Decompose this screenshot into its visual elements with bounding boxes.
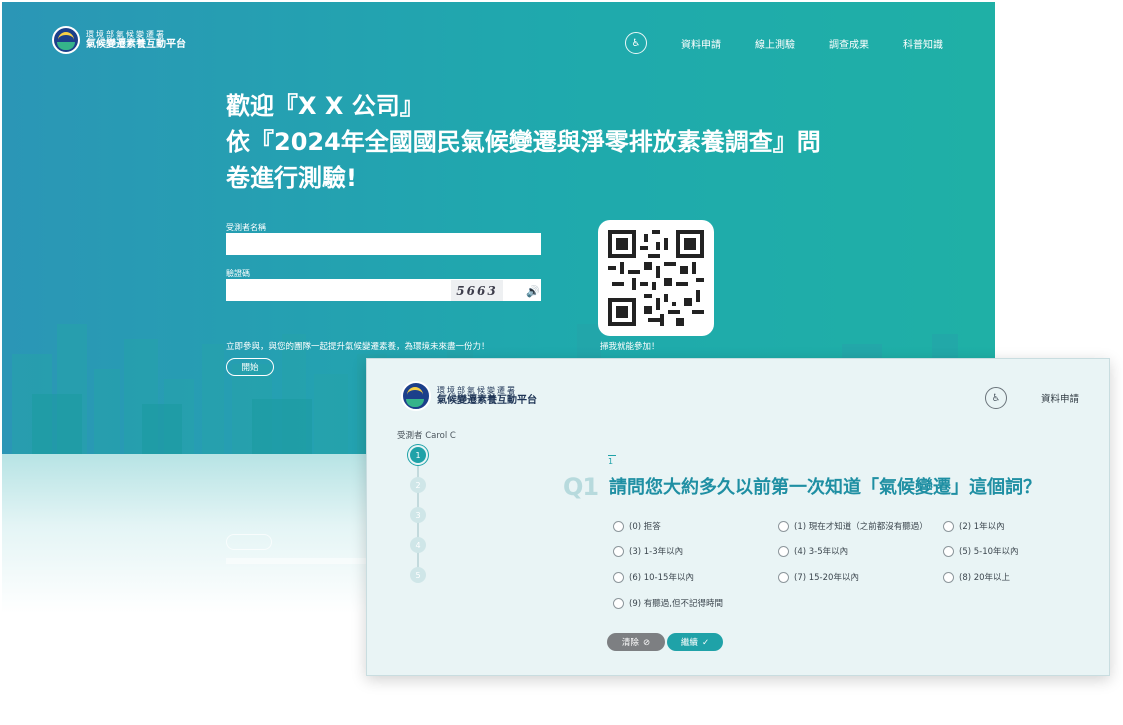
- logo-agency-name: 環境部氣候變遷署: [86, 29, 166, 39]
- radio-button[interactable]: [613, 520, 624, 532]
- welcome-heading-line3: 卷進行測驗!: [226, 164, 357, 192]
- quiz-nav: ♿ 資料申請: [984, 387, 1079, 409]
- qr-code-card[interactable]: [598, 220, 714, 336]
- step-3[interactable]: 3: [410, 507, 426, 523]
- clear-button[interactable]: 清除 ⊘: [607, 633, 665, 651]
- step-4[interactable]: 4: [410, 537, 426, 553]
- tester-name-input[interactable]: [226, 233, 541, 255]
- option-label: (9) 有聽過,但不記得時間: [629, 599, 723, 609]
- qr-code-icon: [608, 230, 704, 326]
- accessibility-icon[interactable]: ♿: [625, 32, 647, 54]
- nav-item-data-request[interactable]: 資料申請: [681, 36, 721, 51]
- logo-platform-name: 氣候變遷素養互動平台: [437, 394, 537, 406]
- welcome-heading: 歡迎『X X 公司』 依『2024年全國國民氣候變遷與淨零排放素養調查』問 卷進…: [226, 88, 946, 196]
- option-label: (8) 20年以上: [959, 573, 1011, 583]
- radio-button[interactable]: [943, 545, 954, 557]
- landing-nav: ♿ 資料申請 線上測驗 調查成果 科普知識: [625, 32, 943, 54]
- check-icon: ✓: [701, 636, 710, 647]
- welcome-heading-line1: 歡迎『X X 公司』: [226, 92, 424, 120]
- captcha-image: 5663: [451, 280, 503, 301]
- agency-logo-icon: [401, 381, 431, 411]
- option-3[interactable]: (3) 1-3年以內: [613, 545, 683, 557]
- nav-item-online-test[interactable]: 線上測驗: [755, 36, 795, 51]
- quiz-page-window: 環境部氣候變遷署 氣候變遷素養互動平台 ♿ 資料申請 受測者 Carol C 1…: [366, 358, 1110, 676]
- option-0[interactable]: (0) 拒答: [613, 520, 661, 532]
- speaker-icon[interactable]: 🔊: [526, 285, 540, 298]
- radio-button[interactable]: [778, 520, 789, 532]
- radio-button[interactable]: [943, 520, 954, 532]
- option-2[interactable]: (2) 1年以內: [943, 520, 1005, 532]
- welcome-heading-line2: 依『2024年全國國民氣候變遷與淨零排放素養調查』問: [226, 128, 821, 156]
- option-label: (2) 1年以內: [959, 522, 1005, 532]
- tester-name: 受測者 Carol C: [397, 431, 456, 441]
- option-label: (5) 5-10年以內: [959, 547, 1019, 557]
- refresh-icon[interactable]: ↻: [508, 285, 517, 298]
- option-8[interactable]: (8) 20年以上: [943, 571, 1010, 583]
- step-2[interactable]: 2: [410, 477, 426, 493]
- agency-logo-icon: [52, 26, 80, 54]
- landing-logo[interactable]: 環境部氣候變遷署 氣候變遷素養互動平台: [52, 26, 186, 54]
- radio-button[interactable]: [613, 571, 624, 583]
- step-5[interactable]: 5: [410, 567, 426, 583]
- option-1[interactable]: (1) 現在才知道（之前都沒有聽過）: [778, 520, 928, 532]
- question-progress-steps: 1 2 3 4 5: [410, 447, 426, 583]
- question-text: 請問您大約多久以前第一次知道「氣候變遷」這個詞？: [609, 477, 1041, 498]
- continue-button[interactable]: 繼續 ✓: [667, 633, 723, 651]
- nav-item-data-request[interactable]: 資料申請: [1041, 391, 1079, 405]
- nav-item-survey-results[interactable]: 調查成果: [829, 36, 869, 51]
- radio-button[interactable]: [613, 597, 624, 609]
- option-9[interactable]: (9) 有聽過,但不記得時間: [613, 597, 723, 609]
- option-label: (4) 3-5年以內: [794, 547, 849, 557]
- tester-name-label: 受測者名稱: [226, 223, 266, 232]
- accessibility-icon[interactable]: ♿: [984, 387, 1007, 409]
- radio-button[interactable]: [778, 545, 789, 557]
- option-label: (7) 15-20年以內: [794, 573, 859, 583]
- option-label: (3) 1-3年以內: [629, 547, 684, 557]
- clear-button-label: 清除: [621, 637, 639, 647]
- radio-button[interactable]: [613, 545, 624, 557]
- qr-caption: 掃我就能參加！: [600, 342, 660, 352]
- nav-item-science-knowledge[interactable]: 科普知識: [903, 36, 943, 51]
- reflected-start-button: [226, 534, 272, 550]
- radio-button[interactable]: [943, 571, 954, 583]
- promo-text: 立即參與，與您的團隊一起提升氣候變遷素養，為環境未來盡一份力！: [226, 342, 490, 352]
- logo-platform-name: 氣候變遷素養互動平台: [86, 38, 186, 50]
- screenshot-stage: 環境部氣候變遷署 氣候變遷素養互動平台 ♿ 資料申請 線上測驗 調查成果 科普知…: [0, 0, 1123, 725]
- option-6[interactable]: (6) 10-15年以內: [613, 571, 694, 583]
- ban-icon: ⊘: [642, 636, 651, 647]
- question-index: 1: [608, 455, 616, 466]
- option-label: (1) 現在才知道（之前都沒有聽過）: [794, 522, 928, 532]
- question-number: Q1: [563, 473, 599, 501]
- quiz-logo[interactable]: 環境部氣候變遷署 氣候變遷素養互動平台: [401, 381, 537, 411]
- option-4[interactable]: (4) 3-5年以內: [778, 545, 848, 557]
- radio-button[interactable]: [778, 571, 789, 583]
- start-button[interactable]: 開始: [226, 358, 274, 376]
- captcha-label: 驗證碼: [226, 269, 250, 278]
- option-label: (0) 拒答: [629, 522, 661, 532]
- option-7[interactable]: (7) 15-20年以內: [778, 571, 859, 583]
- step-1[interactable]: 1: [410, 447, 426, 463]
- option-label: (6) 10-15年以內: [629, 573, 694, 583]
- option-5[interactable]: (5) 5-10年以內: [943, 545, 1019, 557]
- continue-button-label: 繼續: [680, 637, 698, 647]
- logo-agency-name: 環境部氣候變遷署: [437, 385, 517, 395]
